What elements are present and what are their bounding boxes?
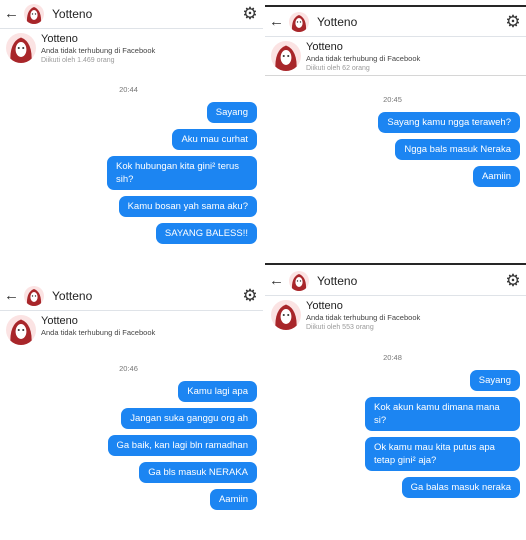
followers-count: Diikuti oleh 553 orang [306, 324, 374, 331]
profile-summary: Yotteno Anda tidak terhubung di Facebook… [265, 295, 526, 332]
chat-panel-2: ← Yotteno ⚙ Yotteno Anda tidak terhubung… [265, 5, 526, 267]
message-bubble[interactable]: Kamu lagi apa [178, 381, 257, 402]
connection-status: Anda tidak terhubung di Facebook [306, 313, 421, 322]
chat-header: ← Yotteno ⚙ [265, 267, 526, 296]
avatar[interactable] [289, 12, 309, 32]
connection-status: Anda tidak terhubung di Facebook [41, 328, 156, 337]
message-list: 20:48 Sayang Kok akun kamu dimana mana s… [265, 353, 526, 504]
profile-avatar[interactable] [271, 41, 301, 71]
divider [265, 75, 526, 76]
profile-summary: Yotteno Anda tidak terhubung di Facebook… [0, 28, 263, 65]
message-bubble[interactable]: Ngga bals masuk Neraka [395, 139, 520, 160]
message-bubble[interactable]: SAYANG BALESS!! [155, 223, 257, 244]
contact-name[interactable]: Yotteno [317, 15, 500, 29]
timestamp: 20:48 [383, 353, 402, 362]
profile-name: Yotteno [41, 33, 78, 45]
message-bubble[interactable]: Kamu bosan yah sama aku? [118, 196, 257, 217]
chat-panel-4: ← Yotteno ⚙ Yotteno Anda tidak terhubung… [265, 263, 526, 540]
divider [265, 263, 526, 265]
chat-panel-1: ← Yotteno ⚙ Yotteno Anda tidak terhubung… [0, 0, 263, 262]
message-bubble[interactable]: Ga balas masuk neraka [401, 477, 520, 498]
connection-status: Anda tidak terhubung di Facebook [306, 54, 421, 63]
timestamp: 20:44 [119, 85, 138, 94]
message-bubble[interactable]: Jangan suka ganggu org ah [121, 408, 257, 429]
message-bubble[interactable]: Sayang [206, 102, 257, 123]
message-bubble[interactable]: Sayang kamu ngga teraweh? [378, 112, 520, 133]
back-arrow-icon[interactable]: ← [4, 282, 20, 310]
message-bubble[interactable]: Ok kamu mau kita putus apa tetap gini² a… [365, 437, 520, 471]
contact-name[interactable]: Yotteno [52, 7, 237, 21]
back-arrow-icon[interactable]: ← [269, 8, 285, 36]
profile-avatar[interactable] [6, 315, 36, 345]
timestamp: 20:46 [119, 364, 138, 373]
profile-summary: Yotteno Anda tidak terhubung di Facebook… [265, 36, 526, 73]
gear-icon[interactable]: ⚙ [500, 12, 526, 32]
message-bubble[interactable]: Ga baik, kan lagi bln ramadhan [107, 435, 257, 456]
message-bubble[interactable]: Kok hubungan kita gini² terus sih? [107, 156, 257, 190]
back-arrow-icon[interactable]: ← [4, 0, 20, 28]
message-bubble[interactable]: Aamiin [472, 166, 520, 187]
timestamp: 20:45 [383, 95, 402, 104]
followers-count: Diikuti oleh 1.469 orang [41, 57, 115, 64]
chat-header: ← Yotteno ⚙ [0, 0, 263, 29]
profile-name: Yotteno [306, 41, 343, 53]
profile-avatar[interactable] [6, 33, 36, 63]
avatar[interactable] [24, 286, 44, 306]
gear-icon[interactable]: ⚙ [237, 286, 263, 306]
profile-name: Yotteno [306, 300, 343, 312]
gear-icon[interactable]: ⚙ [237, 4, 263, 24]
message-bubble[interactable]: Aku mau curhat [172, 129, 257, 150]
back-arrow-icon[interactable]: ← [269, 267, 285, 295]
contact-name[interactable]: Yotteno [317, 274, 500, 288]
chat-panel-3: ← Yotteno ⚙ Yotteno Anda tidak terhubung… [0, 282, 263, 540]
avatar[interactable] [289, 271, 309, 291]
avatar[interactable] [24, 4, 44, 24]
divider [265, 5, 526, 7]
profile-name: Yotteno [41, 315, 78, 327]
message-list: 20:46 Kamu lagi apa Jangan suka ganggu o… [0, 364, 263, 516]
profile-summary: Yotteno Anda tidak terhubung di Facebook [0, 310, 263, 345]
message-list: 20:44 Sayang Aku mau curhat Kok hubungan… [0, 85, 263, 250]
followers-count: Diikuti oleh 62 orang [306, 65, 370, 72]
profile-avatar[interactable] [271, 300, 301, 330]
message-bubble[interactable]: Sayang [469, 370, 520, 391]
message-bubble[interactable]: Ga bls masuk NERAKA [139, 462, 257, 483]
contact-name[interactable]: Yotteno [52, 289, 237, 303]
connection-status: Anda tidak terhubung di Facebook [41, 46, 156, 55]
message-bubble[interactable]: Aamiin [209, 489, 257, 510]
chat-header: ← Yotteno ⚙ [265, 8, 526, 37]
gear-icon[interactable]: ⚙ [500, 271, 526, 291]
message-list: 20:45 Sayang kamu ngga teraweh? Ngga bal… [265, 95, 526, 193]
chat-header: ← Yotteno ⚙ [0, 282, 263, 311]
message-bubble[interactable]: Kok akun kamu dimana mana si? [365, 397, 520, 431]
